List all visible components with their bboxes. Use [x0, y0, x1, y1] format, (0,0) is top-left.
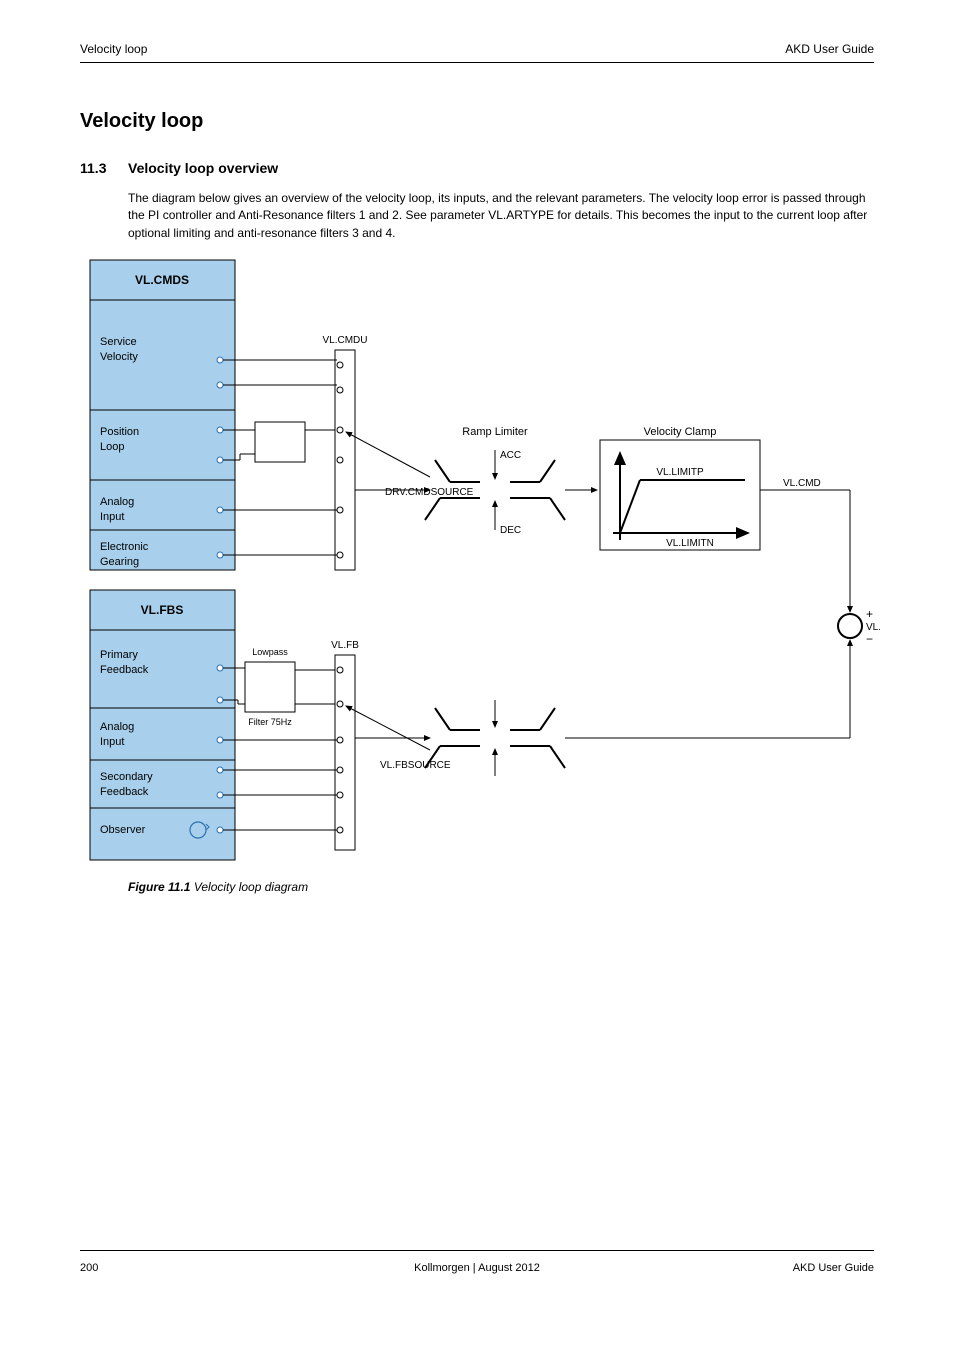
svg-text:Velocity: Velocity	[100, 351, 138, 363]
svg-text:Filter 75Hz: Filter 75Hz	[248, 717, 292, 727]
svg-text:Secondary: Secondary	[100, 771, 153, 783]
svg-text:Electronic: Electronic	[100, 541, 149, 553]
svg-text:Analog: Analog	[100, 721, 134, 733]
rule-bottom	[80, 1250, 874, 1251]
footer-right: AKD User Guide	[793, 1262, 874, 1274]
page-title: Velocity loop	[80, 110, 203, 133]
svg-text:VL.CMD: VL.CMD	[783, 478, 821, 489]
rule-top	[80, 62, 874, 63]
svg-text:Lowpass: Lowpass	[252, 647, 288, 657]
svg-text:VL.CMDS: VL.CMDS	[135, 273, 189, 287]
svg-text:DEC: DEC	[500, 525, 521, 536]
svg-text:DRV.CMDSOURCE: DRV.CMDSOURCE	[385, 487, 474, 498]
svg-text:−: −	[866, 632, 873, 646]
header-left: Velocity loop	[80, 42, 147, 56]
svg-text:Service: Service	[100, 336, 137, 348]
svg-text:VL.LIMITP: VL.LIMITP	[656, 467, 704, 478]
velocity-loop-diagram: VL.CMDS Service Velocity Position Loop A…	[80, 250, 880, 870]
svg-text:VL.FB: VL.FB	[331, 640, 359, 651]
section-number: 11.3	[80, 160, 106, 176]
svg-text:Gearing: Gearing	[100, 556, 139, 568]
svg-text:ACC: ACC	[500, 450, 521, 461]
svg-text:VL.LIMITN: VL.LIMITN	[666, 538, 714, 549]
svg-text:Observer: Observer	[100, 824, 146, 836]
svg-text:Loop: Loop	[100, 441, 124, 453]
section-title: Velocity loop overview	[128, 160, 278, 176]
svg-text:Ramp Limiter: Ramp Limiter	[462, 426, 528, 438]
svg-text:Feedback: Feedback	[100, 786, 149, 798]
svg-text:VL.FBSOURCE: VL.FBSOURCE	[380, 760, 451, 771]
svg-text:Velocity Clamp: Velocity Clamp	[644, 426, 717, 438]
svg-text:VL.ERR: VL.ERR	[866, 622, 880, 633]
svg-text:Input: Input	[100, 736, 124, 748]
intro-paragraph: The diagram below gives an overview of t…	[128, 190, 868, 242]
figure-caption: Figure 11.1 Velocity loop diagram	[128, 880, 868, 894]
svg-text:VL.CMDU: VL.CMDU	[322, 335, 367, 346]
svg-text:VL.FBS: VL.FBS	[141, 603, 184, 617]
svg-text:+: +	[866, 607, 873, 621]
header-right: AKD User Guide	[785, 42, 874, 56]
svg-text:Analog: Analog	[100, 496, 134, 508]
svg-text:Primary: Primary	[100, 649, 138, 661]
svg-text:Input: Input	[100, 511, 124, 523]
svg-text:Feedback: Feedback	[100, 664, 149, 676]
svg-text:Position: Position	[100, 426, 139, 438]
